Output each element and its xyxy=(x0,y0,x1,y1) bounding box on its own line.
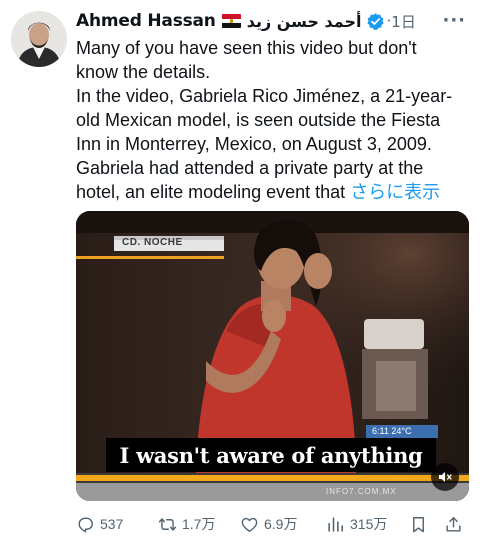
author-display-name[interactable]: Ahmed Hassan xyxy=(76,11,216,31)
channel-tag: CD. NOCHE xyxy=(122,237,183,248)
post-text-line: know the details. xyxy=(76,62,211,82)
reply-button[interactable]: 537 xyxy=(76,515,123,534)
post-text-line: old Mexican model, is seen outside the F… xyxy=(76,110,441,130)
post-text-line: Inn in Monterrey, Mexico, on August 3, 2… xyxy=(76,134,432,154)
views-chart-icon xyxy=(328,516,344,532)
video-subtitle-text: I wasn't aware of anything xyxy=(119,442,423,468)
share-button[interactable] xyxy=(444,515,468,534)
more-options-icon[interactable]: ··· xyxy=(442,10,466,31)
author-arabic-name[interactable]: أحمد حسن زيد xyxy=(247,12,362,31)
egypt-flag-icon xyxy=(221,14,241,28)
bookmark-icon xyxy=(413,516,424,532)
bookmark-button[interactable] xyxy=(409,515,433,534)
repost-icon xyxy=(158,517,177,531)
reply-count: 537 xyxy=(100,516,124,532)
post-header: Ahmed Hassan أحمد حسن زيد · 1日 ··· xyxy=(76,8,472,34)
repost-button[interactable]: 1.7万 xyxy=(158,514,215,534)
video-subtitle: I wasn't aware of anything xyxy=(106,438,436,472)
post-text-line: Gabriela had attended a private party at… xyxy=(76,158,424,178)
repost-count: 1.7万 xyxy=(182,516,216,532)
like-button[interactable]: 6.9万 xyxy=(240,514,297,534)
video-clock: 6:11 24°C xyxy=(372,426,412,436)
post-text-line: Many of you have seen this video but don… xyxy=(76,38,417,58)
muted-speaker-icon[interactable] xyxy=(431,463,459,491)
show-more-link[interactable]: さらに表示 xyxy=(350,182,440,202)
post-text-line: In the video, Gabriela Rico Jiménez, a 2… xyxy=(76,86,453,106)
post-text-line-last: hotel, an elite modeling event that さらに表… xyxy=(76,180,474,204)
action-bar: 537 1.7万 6.9万 315万 xyxy=(76,511,472,537)
video-watermark: INFO7.COM.MX xyxy=(326,487,397,496)
verified-badge-icon xyxy=(366,12,384,30)
post-text: Many of you have seen this video but don… xyxy=(76,36,474,204)
video-player[interactable]: CD. NOCHE 6:11 24°C INFO7.COM.MX I wasn'… xyxy=(76,211,469,501)
views-button[interactable]: 315万 xyxy=(326,514,387,534)
post-timestamp[interactable]: 1日 xyxy=(391,11,416,32)
share-icon xyxy=(446,516,461,532)
heart-icon xyxy=(241,517,258,532)
views-count: 315万 xyxy=(350,516,388,532)
reply-icon xyxy=(78,516,93,532)
avatar[interactable] xyxy=(11,11,67,67)
post-text-tail: hotel, an elite modeling event that xyxy=(76,182,351,202)
like-count: 6.9万 xyxy=(264,516,298,532)
